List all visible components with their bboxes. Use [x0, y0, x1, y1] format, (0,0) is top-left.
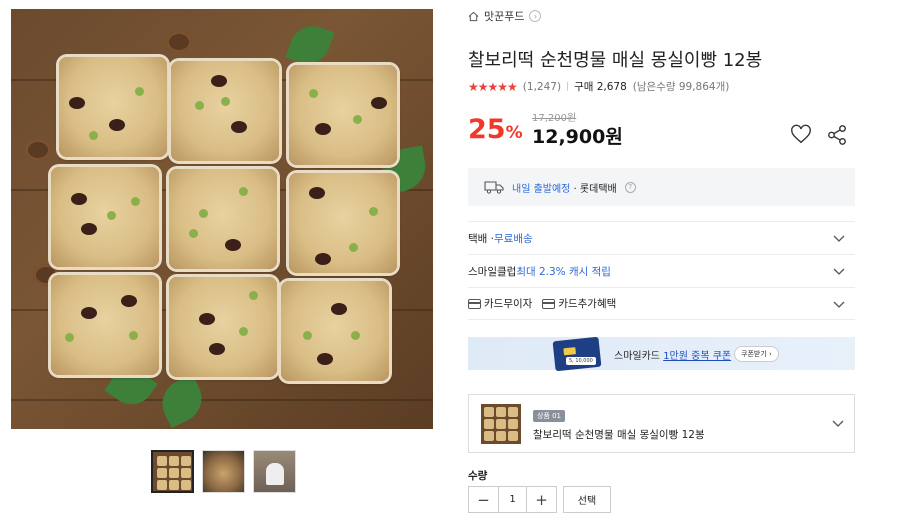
shipping-label: 택배 · — [468, 232, 494, 245]
thumbnail-3[interactable] — [253, 450, 296, 493]
chevron-down-icon — [833, 301, 845, 308]
card-icon — [468, 298, 481, 309]
share-icon[interactable] — [826, 124, 848, 146]
select-button[interactable]: 선택 — [563, 486, 611, 513]
truck-icon — [484, 181, 504, 194]
card-icon — [542, 298, 556, 309]
thumbnail-2[interactable] — [202, 450, 245, 493]
card-benefit-option[interactable]: 카드무이자 카드추가혜택 — [468, 287, 855, 320]
question-icon[interactable]: ? — [624, 181, 636, 193]
thumbnail-strip — [151, 450, 296, 493]
card-benefit-label: 카드추가혜택 — [558, 298, 617, 310]
option-badge: 상품 01 — [533, 410, 566, 422]
coupon-banner[interactable]: 5, 10,000 스마일카드 1만원 중복 쿠폰 쿠폰받기 › — [468, 336, 855, 372]
coupon-button[interactable]: 쿠폰받기 › — [734, 346, 779, 362]
circle-arrow-icon: › — [529, 10, 542, 22]
chevron-down-icon — [832, 420, 844, 427]
banner-text-highlight: 1만원 중복 쿠폰 — [663, 351, 732, 362]
shipping-value: 무료배송 — [494, 232, 533, 245]
quantity-plus-button[interactable]: + — [527, 487, 556, 512]
shipping-option[interactable]: 택배 · 무료배송 — [468, 221, 855, 254]
banner-text: 스마일카드 1만원 중복 쿠폰 — [614, 347, 731, 362]
delivery-info: 내일 출발예정 · 롯데택배 ? — [468, 168, 855, 206]
divider — [567, 82, 569, 91]
option-name: 찰보리떡 순천명물 매실 몽실이빵 12봉 — [533, 429, 705, 441]
purchase-count: 구매 2,678 — [574, 81, 627, 93]
star-rating: ★★★★★ — [468, 79, 518, 94]
rating-row: ★★★★★ (1,247) 구매 2,678 (남은수량 99,864개) — [468, 79, 729, 94]
quantity-label: 수량 — [468, 470, 488, 482]
delivery-carrier: · 롯데택배 — [573, 183, 617, 195]
smileclub-label: 스마일클럽 — [468, 265, 517, 278]
sale-price: 12,900원 — [532, 126, 623, 148]
discount-rate: 25% — [468, 114, 523, 145]
product-main-image — [11, 9, 433, 429]
heart-icon[interactable] — [790, 124, 812, 146]
quantity-minus-button[interactable]: − — [469, 487, 498, 512]
card-interest-label: 카드무이자 — [484, 298, 533, 310]
store-name: 맛꾼푸드 — [484, 10, 525, 23]
option-select[interactable]: 상품 01 찰보리떡 순천명물 매실 몽실이빵 12봉 — [468, 394, 855, 453]
chevron-down-icon — [833, 268, 845, 275]
chevron-down-icon — [833, 235, 845, 242]
smileclub-option[interactable]: 스마일클럽 최대 2.3% 캐시 적립 — [468, 254, 855, 287]
store-link[interactable]: 맛꾼푸드 › — [468, 8, 542, 24]
quantity-input[interactable]: 1 — [498, 487, 527, 512]
delivery-date: 내일 출발예정 — [512, 183, 571, 195]
option-thumbnail — [481, 404, 521, 444]
product-title: 찰보리떡 순천명물 매실 몽실이빵 12봉 — [468, 50, 763, 71]
quantity-stepper: − 1 + — [468, 486, 557, 513]
stock-remaining: (남은수량 99,864개) — [632, 81, 730, 93]
card-points: 5, 10,000 — [566, 357, 596, 365]
banner-text-prefix: 스마일카드 — [614, 351, 664, 362]
thumbnail-1[interactable] — [151, 450, 194, 493]
smile-card-image — [552, 336, 602, 372]
discount-number: 25 — [468, 114, 506, 145]
review-count[interactable]: (1,247) — [523, 81, 561, 93]
smileclub-value: 최대 2.3% 캐시 적립 — [516, 265, 611, 278]
home-icon — [468, 11, 479, 21]
discount-unit: % — [505, 123, 523, 143]
